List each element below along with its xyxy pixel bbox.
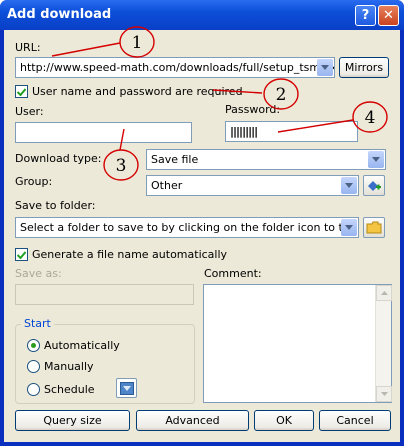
url-dropdown-button[interactable] (317, 59, 333, 76)
download-type-value: Save file (151, 153, 199, 166)
group-value: Other (151, 179, 183, 192)
checkmark-icon (17, 250, 26, 259)
start-schedule-radio[interactable] (27, 383, 40, 396)
dialog-body: URL: http://www.speed-math.com/downloads… (4, 30, 400, 442)
scroll-down-button[interactable] (376, 386, 392, 402)
start-groupbox (15, 324, 195, 404)
schedule-button[interactable] (116, 378, 137, 398)
download-type-dropdown-button[interactable] (368, 151, 384, 168)
start-manually-radio[interactable] (27, 360, 40, 373)
cancel-button[interactable]: Cancel (319, 410, 391, 431)
add-download-window: Add download ? ✕ URL: http://www.speed-m… (0, 0, 404, 446)
browse-folder-button[interactable] (363, 217, 385, 238)
save-to-folder-combobox[interactable]: Select a folder to save to by clicking o… (15, 217, 359, 238)
chevron-down-icon (372, 157, 380, 162)
comment-textarea[interactable] (203, 284, 392, 403)
user-input[interactable] (15, 122, 192, 143)
password-value: ||||||||| (230, 125, 258, 138)
save-to-folder-value: Select a folder to save to by clicking o… (20, 221, 359, 234)
user-label: User: (15, 105, 44, 118)
folder-icon (366, 221, 382, 234)
url-value: http://www.speed-math.com/downloads/full… (20, 61, 335, 74)
window-title: Add download (7, 7, 112, 22)
generate-filename-label: Generate a file name automatically (32, 248, 228, 261)
url-label: URL: (15, 41, 41, 54)
calendar-icon (119, 381, 134, 395)
query-size-button[interactable]: Query size (15, 410, 130, 431)
group-dropdown-button[interactable] (341, 177, 357, 194)
help-icon: ? (361, 8, 370, 23)
start-automatically-label: Automatically (44, 339, 120, 352)
url-combobox[interactable]: http://www.speed-math.com/downloads/full… (15, 57, 335, 78)
save-to-folder-dropdown-button[interactable] (341, 219, 357, 236)
password-input[interactable]: ||||||||| (225, 121, 358, 142)
download-type-label: Download type: (15, 152, 102, 165)
scroll-up-button[interactable] (376, 285, 392, 301)
auth-required-label: User name and password are required (32, 85, 243, 98)
chevron-down-icon (345, 183, 353, 188)
ok-button[interactable]: OK (254, 410, 314, 431)
start-schedule-label: Schedule (44, 383, 95, 396)
chevron-down-icon (380, 392, 388, 396)
start-group-title: Start (21, 317, 54, 330)
mirrors-button[interactable]: Mirrors (339, 57, 389, 78)
save-as-input[interactable] (15, 284, 194, 305)
start-automatically-radio[interactable] (27, 339, 40, 352)
comment-scrollbar[interactable] (375, 285, 392, 402)
generate-filename-checkbox[interactable] (15, 248, 28, 261)
close-button[interactable]: ✕ (378, 5, 399, 26)
chevron-down-icon (321, 65, 329, 70)
group-label: Group: (15, 175, 53, 188)
advanced-button[interactable]: Advanced (136, 410, 249, 431)
password-label: Password: (225, 103, 281, 116)
save-to-folder-label: Save to folder: (15, 199, 96, 212)
save-as-label: Save as: (15, 267, 62, 280)
auth-required-checkbox[interactable] (15, 85, 28, 98)
add-group-button[interactable] (363, 175, 385, 196)
comment-label: Comment: (204, 267, 262, 280)
group-select[interactable]: Other (146, 175, 359, 196)
chevron-up-icon (380, 291, 388, 295)
start-manually-label: Manually (44, 360, 94, 373)
close-icon: ✕ (383, 8, 394, 23)
title-bar[interactable]: Add download ? ✕ (0, 0, 404, 30)
radio-selected-dot (31, 343, 36, 348)
download-type-select[interactable]: Save file (146, 149, 386, 170)
chevron-down-icon (345, 225, 353, 230)
help-button[interactable]: ? (355, 5, 376, 26)
add-group-icon (368, 180, 381, 191)
checkmark-icon (17, 87, 26, 96)
